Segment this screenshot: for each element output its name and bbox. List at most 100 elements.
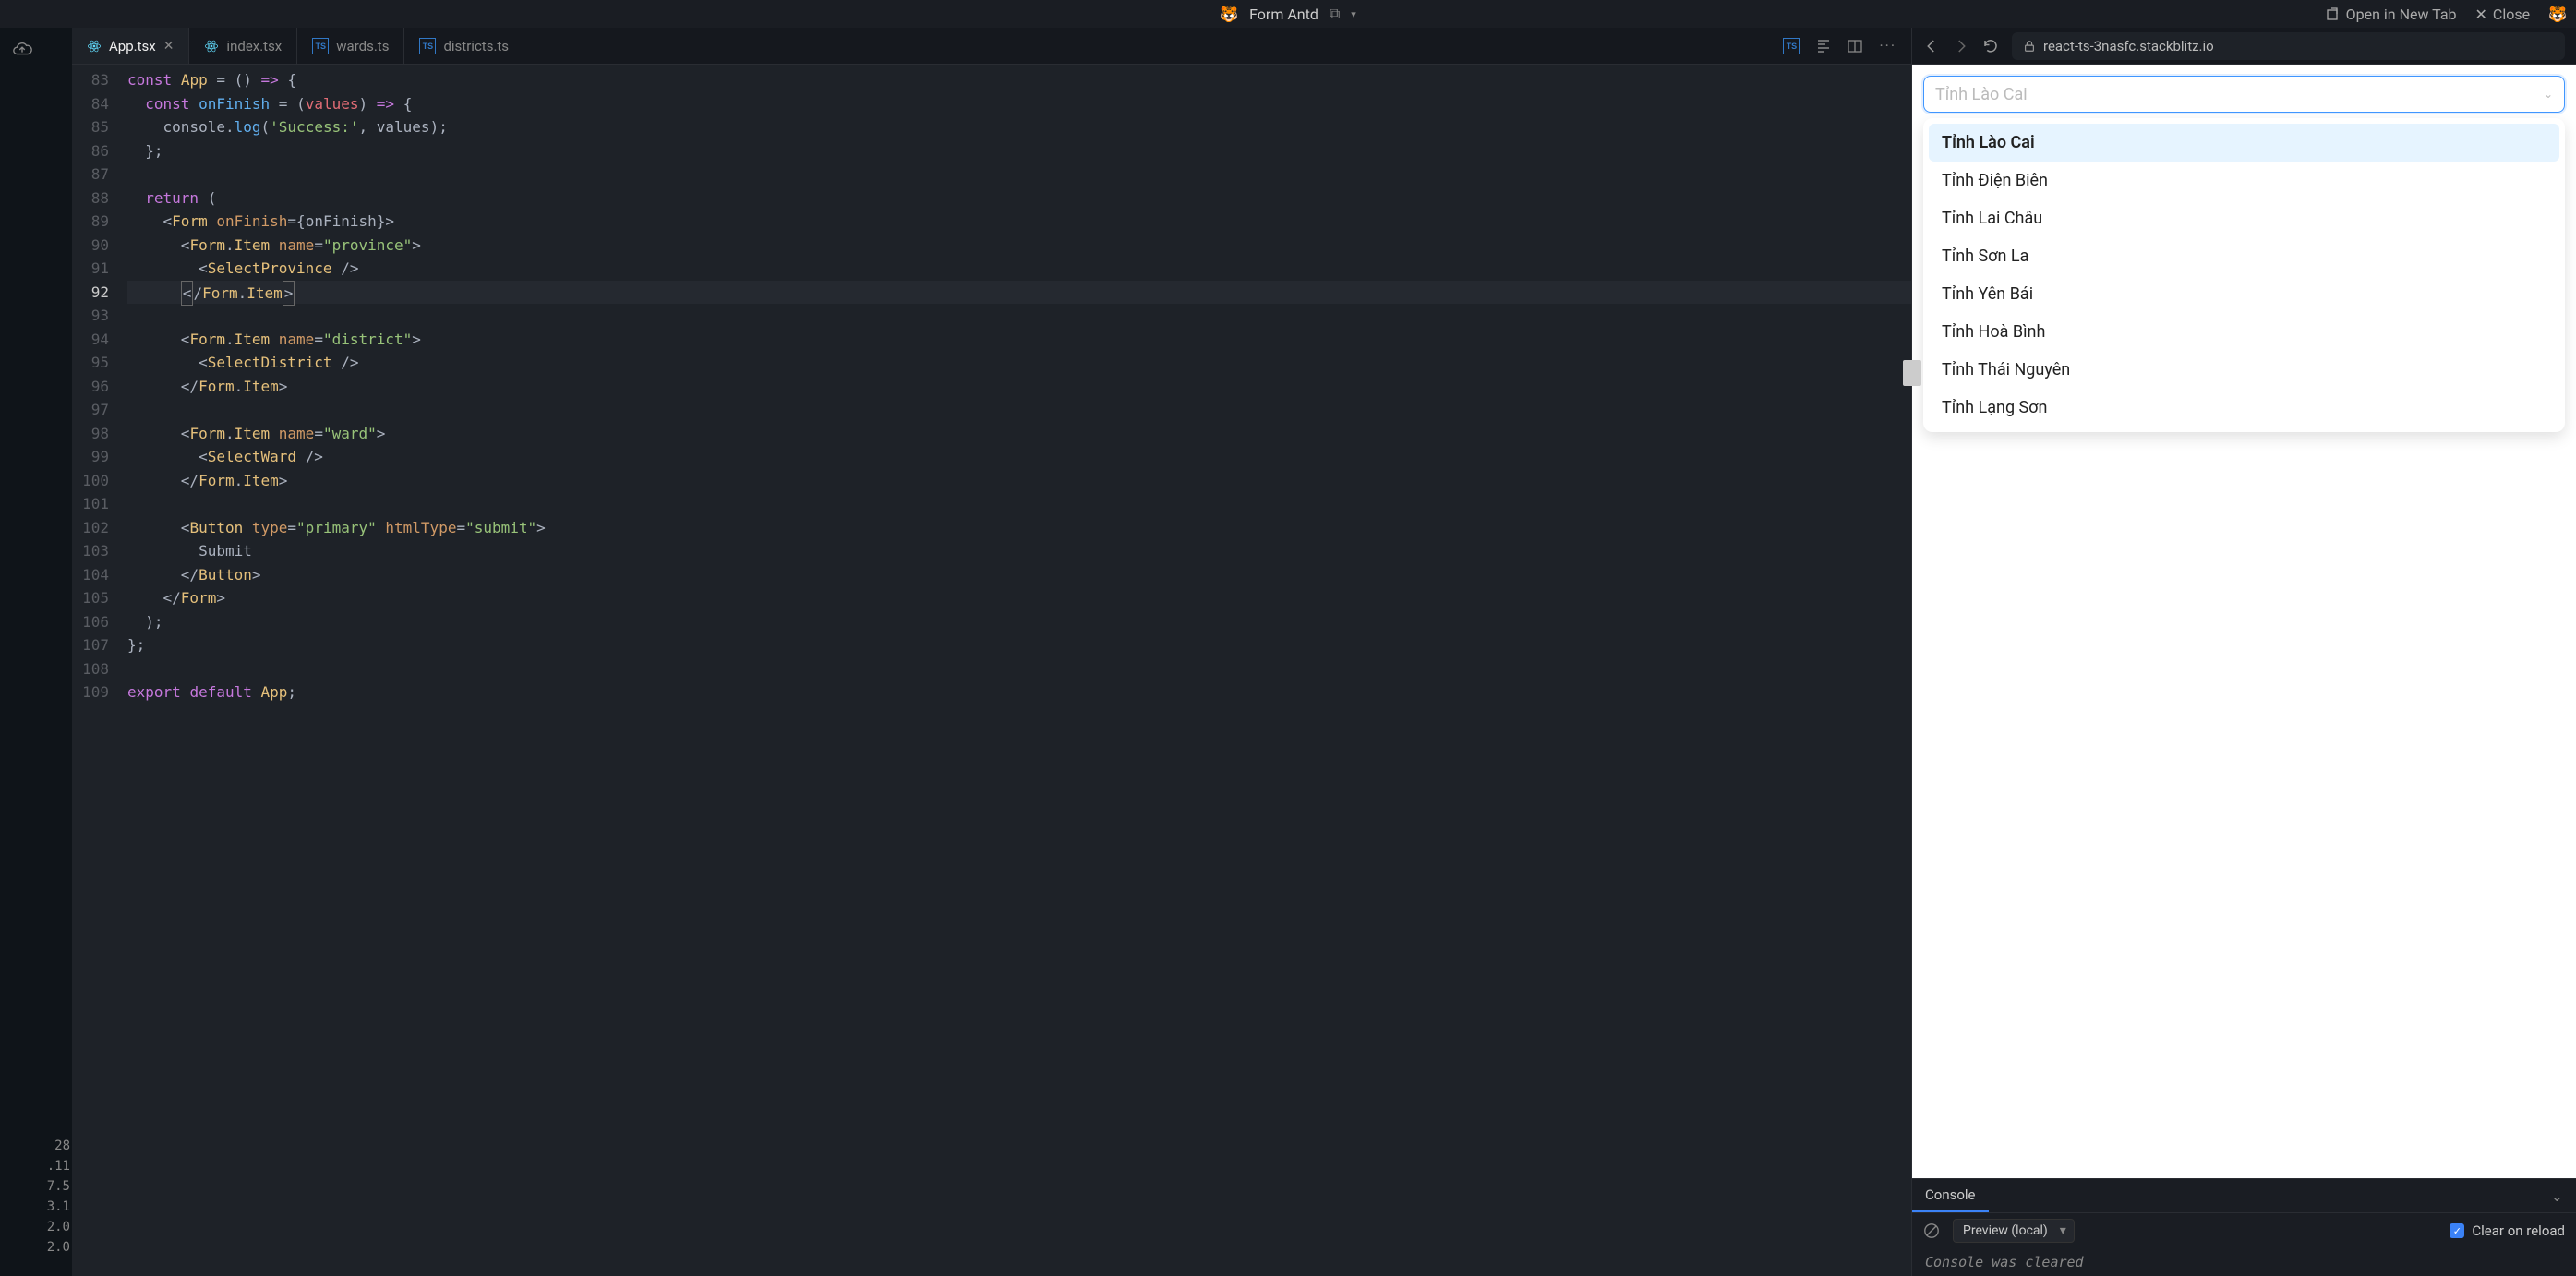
dropdown-option[interactable]: Tỉnh Yên Bái bbox=[1929, 275, 2559, 313]
line-number: 86 bbox=[72, 139, 109, 163]
province-select[interactable]: Tỉnh Lào Cai ⌄ bbox=[1923, 76, 2565, 113]
code-editor[interactable]: 8384858687888990919293949596979899100101… bbox=[72, 65, 1911, 1276]
code-line[interactable]: <Form.Item name="district"> bbox=[127, 328, 1911, 352]
code-line[interactable]: <Button type="primary" htmlType="submit"… bbox=[127, 516, 1911, 540]
province-dropdown: Tỉnh Lào CaiTỉnh Điện BiênTỉnh Lai ChâuT… bbox=[1923, 118, 2565, 432]
dropdown-option[interactable]: Tỉnh Điện Biên bbox=[1929, 162, 2559, 199]
react-icon bbox=[87, 39, 102, 54]
open-new-tab-button[interactable]: Open in New Tab bbox=[2326, 6, 2457, 23]
code-line[interactable]: </Button> bbox=[127, 563, 1911, 587]
sidebar-version-item[interactable]: 7.5 bbox=[44, 1176, 72, 1197]
code-line[interactable]: export default App; bbox=[127, 680, 1911, 704]
preview-body: Tỉnh Lào Cai ⌄ Tỉnh Lào CaiTỉnh Điện Biê… bbox=[1912, 65, 2576, 1178]
line-number: 109 bbox=[72, 680, 109, 704]
sidebar-version-item[interactable]: .11 bbox=[44, 1156, 72, 1176]
forward-icon[interactable] bbox=[1953, 38, 1969, 54]
copy-icon[interactable]: ⧉ bbox=[1330, 5, 1340, 23]
code-line[interactable]: }; bbox=[127, 139, 1911, 163]
code-line[interactable]: Submit bbox=[127, 539, 1911, 563]
editor-tab[interactable]: index.tsx bbox=[189, 28, 297, 64]
select-placeholder: Tỉnh Lào Cai bbox=[1935, 85, 2028, 104]
close-icon[interactable]: ✕ bbox=[163, 39, 175, 54]
code-line[interactable] bbox=[127, 163, 1911, 187]
line-number: 108 bbox=[72, 657, 109, 681]
code-line[interactable]: console.log('Success:', values); bbox=[127, 115, 1911, 139]
dropdown-option[interactable]: Tỉnh Hoà Bình bbox=[1929, 313, 2559, 351]
code-line[interactable]: </Form.Item> bbox=[127, 281, 1911, 305]
preview-pane: react-ts-3nasfc.stackblitz.io Tỉnh Lào C… bbox=[1911, 28, 2576, 1276]
back-icon[interactable] bbox=[1923, 38, 1940, 54]
cloud-sync-icon[interactable] bbox=[12, 39, 32, 59]
dropdown-option[interactable]: Tỉnh Lai Châu bbox=[1929, 199, 2559, 237]
line-number: 94 bbox=[72, 328, 109, 352]
code-line[interactable]: ); bbox=[127, 610, 1911, 634]
line-number: 101 bbox=[72, 492, 109, 516]
code-line[interactable]: </Form.Item> bbox=[127, 469, 1911, 493]
editor-tab[interactable]: TSdistricts.ts bbox=[404, 28, 524, 64]
chevron-down-icon: ⌄ bbox=[2544, 88, 2553, 101]
sidebar-version-item[interactable]: 2.0 bbox=[44, 1237, 72, 1258]
editor-tab[interactable]: TSwards.ts bbox=[297, 28, 404, 64]
line-number: 103 bbox=[72, 539, 109, 563]
line-number: 92 bbox=[72, 281, 109, 305]
pane-resize-handle[interactable] bbox=[1903, 360, 1921, 386]
code-line[interactable]: </Form> bbox=[127, 586, 1911, 610]
code-line[interactable]: <SelectDistrict /> bbox=[127, 351, 1911, 375]
console-source-select[interactable]: Preview (local) bbox=[1953, 1219, 2075, 1243]
checkbox-checked-icon: ✓ bbox=[2450, 1223, 2464, 1238]
reload-icon[interactable] bbox=[1982, 38, 1999, 54]
code-line[interactable]: </Form.Item> bbox=[127, 375, 1911, 399]
sidebar-version-item[interactable]: 3.1 bbox=[44, 1197, 72, 1217]
dropdown-option[interactable]: Tỉnh Lào Cai bbox=[1929, 124, 2559, 162]
preview-toolbar: react-ts-3nasfc.stackblitz.io bbox=[1912, 28, 2576, 65]
console-panel: Console ⌄ Preview (local) ✓ Clear on rel… bbox=[1912, 1178, 2576, 1276]
code-line[interactable]: return ( bbox=[127, 187, 1911, 211]
code-line[interactable] bbox=[127, 304, 1911, 328]
code-content[interactable]: const App = () => { const onFinish = (va… bbox=[118, 65, 1911, 1276]
sidebar-version-item[interactable]: 2.0 bbox=[44, 1217, 72, 1237]
editor-tab-bar: App.tsx✕index.tsxTSwards.tsTSdistricts.t… bbox=[72, 28, 1911, 65]
user-avatar-icon[interactable]: 🐯 bbox=[2548, 6, 2567, 23]
code-line[interactable] bbox=[127, 398, 1911, 422]
code-line[interactable]: <SelectWard /> bbox=[127, 445, 1911, 469]
more-icon[interactable]: ··· bbox=[1879, 37, 1896, 54]
code-line[interactable]: const App = () => { bbox=[127, 68, 1911, 92]
code-line[interactable]: }; bbox=[127, 633, 1911, 657]
line-number-gutter: 8384858687888990919293949596979899100101… bbox=[72, 65, 118, 1276]
tab-label: wards.ts bbox=[336, 38, 389, 54]
react-icon bbox=[204, 39, 219, 54]
project-title: Form Antd bbox=[1249, 6, 1318, 23]
url-text: react-ts-3nasfc.stackblitz.io bbox=[2043, 38, 2214, 54]
sidebar-version-item[interactable]: 28 bbox=[44, 1136, 72, 1156]
code-line[interactable]: <SelectProvince /> bbox=[127, 257, 1911, 281]
editor-toolbar: TS ··· bbox=[1768, 28, 1911, 64]
dropdown-option[interactable]: Tỉnh Thái Nguyên bbox=[1929, 351, 2559, 389]
line-number: 83 bbox=[72, 68, 109, 92]
split-panel-icon[interactable] bbox=[1848, 39, 1862, 54]
code-line[interactable]: <Form.Item name="province"> bbox=[127, 234, 1911, 258]
dropdown-option[interactable]: Tỉnh Sơn La bbox=[1929, 237, 2559, 275]
code-line[interactable]: <Form onFinish={onFinish}> bbox=[127, 210, 1911, 234]
url-bar[interactable]: react-ts-3nasfc.stackblitz.io bbox=[2012, 32, 2565, 60]
line-number: 100 bbox=[72, 469, 109, 493]
format-icon[interactable] bbox=[1816, 39, 1831, 54]
line-number: 88 bbox=[72, 187, 109, 211]
avatar-icon: 🐯 bbox=[1220, 6, 1238, 23]
code-line[interactable] bbox=[127, 492, 1911, 516]
console-log-entry: Console was cleared bbox=[1912, 1248, 2576, 1276]
close-icon: ✕ bbox=[2475, 6, 2487, 23]
code-line[interactable]: const onFinish = (values) => { bbox=[127, 92, 1911, 116]
close-button[interactable]: ✕ Close bbox=[2475, 6, 2531, 23]
clear-console-icon[interactable] bbox=[1923, 1222, 1940, 1239]
console-collapse-icon[interactable]: ⌄ bbox=[2538, 1187, 2576, 1205]
console-tab[interactable]: Console bbox=[1912, 1179, 1989, 1212]
chevron-down-icon[interactable]: ▾ bbox=[1351, 8, 1356, 20]
external-link-icon bbox=[2326, 6, 2341, 21]
clear-on-reload-toggle[interactable]: ✓ Clear on reload bbox=[2450, 1222, 2565, 1239]
line-number: 91 bbox=[72, 257, 109, 281]
code-line[interactable]: <Form.Item name="ward"> bbox=[127, 422, 1911, 446]
dropdown-option[interactable]: Tỉnh Lạng Sơn bbox=[1929, 389, 2559, 427]
ts-badge-icon[interactable]: TS bbox=[1783, 38, 1800, 54]
editor-tab[interactable]: App.tsx✕ bbox=[72, 28, 189, 64]
code-line[interactable] bbox=[127, 657, 1911, 681]
